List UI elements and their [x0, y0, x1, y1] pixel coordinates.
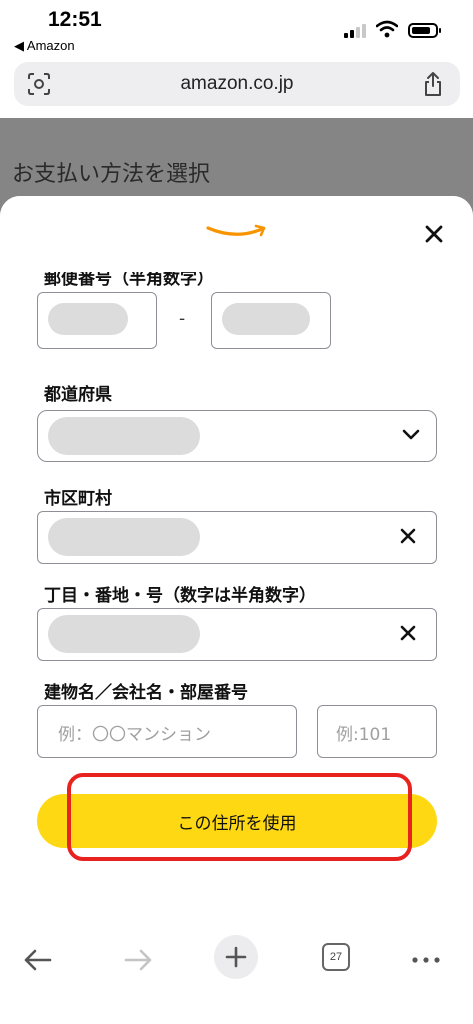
more-icon[interactable] — [406, 940, 446, 980]
url-text[interactable]: amazon.co.jp — [14, 73, 460, 95]
chevron-down-icon — [402, 429, 420, 440]
forward-arrow-icon[interactable] — [118, 940, 158, 980]
amazon-smile-logo — [206, 224, 266, 237]
back-to-app-link[interactable]: ◀ Amazon — [14, 38, 75, 54]
redacted-value — [48, 615, 200, 653]
battery-icon — [408, 23, 441, 38]
city-input[interactable] — [37, 511, 437, 564]
postal-code-second-input[interactable] — [211, 292, 331, 349]
signal-icon — [344, 24, 370, 38]
prefecture-select[interactable] — [37, 410, 437, 462]
room-placeholder: 例:101 — [336, 725, 392, 745]
redacted-value — [222, 303, 310, 335]
clear-icon[interactable] — [400, 625, 416, 641]
redacted-value — [48, 303, 128, 335]
prefecture-label: 都道府県 — [44, 385, 112, 405]
close-icon[interactable] — [424, 224, 444, 244]
browser-toolbar: 27 — [0, 930, 473, 1024]
street-label: 丁目・番地・号（数字は半角数字） — [44, 586, 316, 606]
clock: 12:51 — [48, 8, 102, 31]
share-icon[interactable] — [422, 71, 444, 97]
modal-header — [0, 196, 473, 272]
building-input[interactable]: 例：〇〇マンション — [37, 705, 297, 758]
street-input[interactable] — [37, 608, 437, 661]
back-arrow-icon[interactable] — [18, 940, 58, 980]
redacted-value — [48, 417, 200, 455]
building-label: 建物名／会社名・部屋番号 — [44, 683, 248, 703]
postal-code-first-input[interactable] — [37, 292, 157, 349]
room-number-input[interactable]: 例:101 — [317, 705, 437, 758]
clear-icon[interactable] — [400, 528, 416, 544]
wifi-icon — [376, 20, 398, 38]
plus-icon — [225, 946, 247, 968]
address-bar[interactable]: amazon.co.jp — [14, 62, 460, 106]
address-modal: 郵便番号（半角数字） - 都道府県 市区町村 丁目・番地・号（数字は半角数字） … — [0, 196, 473, 930]
status-bar: 12:51 ◀ Amazon — [0, 0, 473, 60]
page-title: お支払い方法を選択 — [12, 162, 211, 187]
building-placeholder: 例：〇〇マンション — [58, 725, 211, 745]
postal-separator: - — [179, 309, 186, 329]
new-tab-button[interactable] — [214, 935, 258, 979]
redacted-value — [48, 518, 200, 556]
city-label: 市区町村 — [44, 489, 112, 509]
tabs-icon[interactable]: 27 — [322, 943, 350, 971]
highlight-annotation — [67, 773, 412, 861]
